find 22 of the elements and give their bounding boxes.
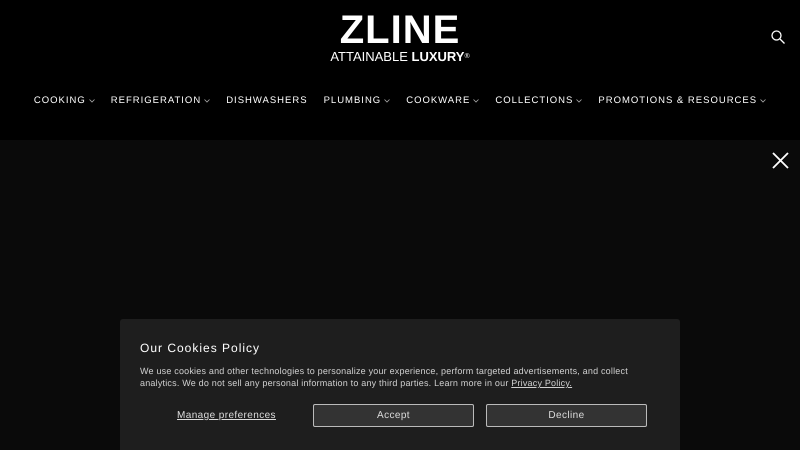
decline-button[interactable]: Decline bbox=[486, 404, 647, 427]
nav-link[interactable]: PROMOTIONS & RESOURCES bbox=[598, 94, 766, 108]
caret-icon bbox=[88, 99, 95, 104]
caret-icon bbox=[576, 99, 582, 104]
close-icon[interactable] bbox=[772, 152, 789, 169]
nav-link[interactable]: PLUMBING bbox=[324, 94, 390, 108]
caret-icon bbox=[760, 99, 766, 104]
logo[interactable]: ZLINE ATTAINABLE LUXURY$^{®}$ bbox=[330, 10, 470, 64]
nav-link[interactable]: COOKWARE bbox=[406, 94, 480, 108]
nav-link[interactable]: REFRIGERATION bbox=[110, 94, 210, 108]
nav-link[interactable]: COLLECTIONS bbox=[495, 94, 582, 108]
search-icon[interactable] bbox=[771, 30, 785, 44]
caret-icon bbox=[204, 99, 210, 104]
manage-preferences-link[interactable]: Manage preferences bbox=[140, 408, 313, 423]
nav-link[interactable]: DISHWASHERS bbox=[226, 94, 308, 108]
accept-button[interactable]: Accept bbox=[313, 404, 474, 427]
banner-title: Our Cookies Policy bbox=[140, 340, 262, 357]
banner-text: We use cookies and other technologies to personalize your experience, perform targeted advertisements, and collect analytics. We do not sell any personal information to any third parties. Learn more in our Privacy Policy. bbox=[140, 365, 629, 389]
caret-icon bbox=[473, 99, 480, 104]
privacy-link[interactable]: Privacy Policy. bbox=[511, 378, 572, 388]
caret-icon bbox=[384, 99, 390, 104]
nav-link[interactable]: COOKING bbox=[34, 94, 95, 108]
